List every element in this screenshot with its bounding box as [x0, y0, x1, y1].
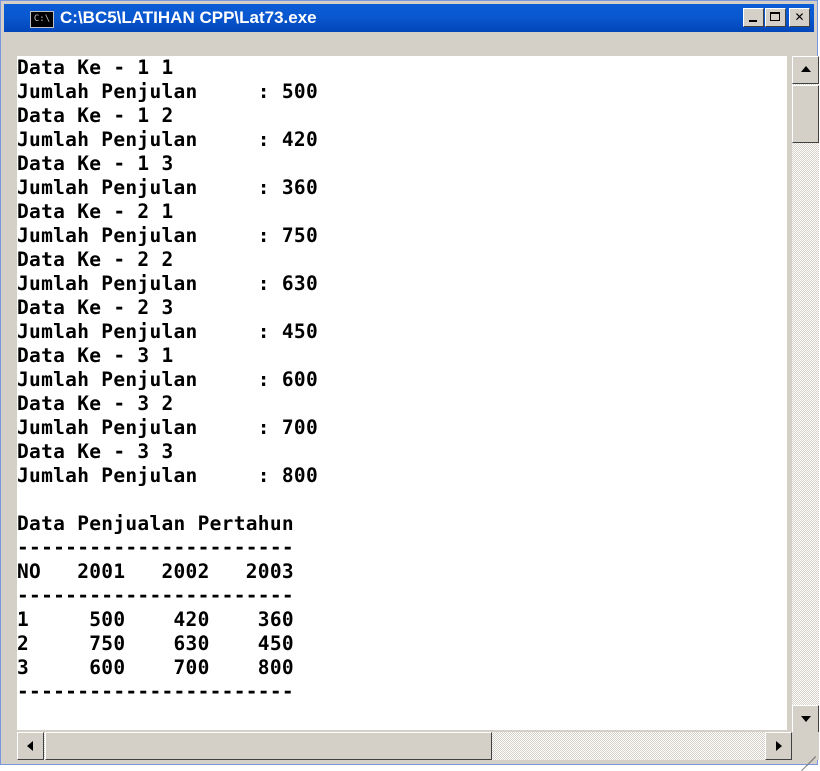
- console-line: 3 600 700 800: [17, 656, 294, 679]
- console-line: Data Penjualan Pertahun: [17, 512, 294, 535]
- arrow-down-icon: [801, 716, 811, 722]
- minimize-button[interactable]: [743, 8, 764, 27]
- console-line: Jumlah Penjulan : 700: [17, 416, 318, 439]
- console-line: -----------------------: [17, 584, 294, 607]
- console-line: Data Ke - 3 3: [17, 440, 174, 463]
- console-line: Data Ke - 3 2: [17, 392, 174, 415]
- console-line: Data Ke - 1 3: [17, 152, 174, 175]
- console-line: Jumlah Penjulan : 600: [17, 368, 318, 391]
- console-line: Jumlah Penjulan : 500: [17, 80, 318, 103]
- horizontal-scrollbar[interactable]: [17, 732, 792, 760]
- window-title: C:\BC5\LATIHAN CPP\Lat73.exe: [60, 8, 317, 27]
- scroll-left-button[interactable]: [17, 732, 44, 760]
- console-line: Data Ke - 2 1: [17, 200, 174, 223]
- maximize-icon: [770, 12, 780, 21]
- console-line: Jumlah Penjulan : 450: [17, 320, 318, 343]
- console-line: Data Ke - 2 3: [17, 296, 174, 319]
- console-text: Data Ke - 1 1 Jumlah Penjulan : 500 Data…: [17, 56, 787, 704]
- console-line: Jumlah Penjulan : 800: [17, 464, 318, 487]
- close-button[interactable]: ✕: [789, 8, 810, 27]
- close-icon: ✕: [794, 10, 805, 24]
- console-window: C:\ C:\BC5\LATIHAN CPP\Lat73.exe ✕ Data …: [0, 0, 819, 771]
- vertical-scrollbar[interactable]: [792, 56, 819, 733]
- title-bar[interactable]: C:\ C:\BC5\LATIHAN CPP\Lat73.exe ✕: [4, 4, 814, 32]
- minimize-icon: [749, 20, 757, 22]
- console-line: Data Ke - 1 2: [17, 104, 174, 127]
- console-line: 2 750 630 450: [17, 632, 294, 655]
- console-line: Jumlah Penjulan : 630: [17, 272, 318, 295]
- arrow-up-icon: [801, 66, 811, 72]
- console-line: NO 2001 2002 2003: [17, 560, 294, 583]
- horizontal-scroll-thumb[interactable]: [45, 732, 492, 760]
- arrow-right-icon: [776, 741, 782, 751]
- maximize-button[interactable]: [765, 8, 786, 27]
- console-line: Jumlah Penjulan : 420: [17, 128, 318, 151]
- console-line: -----------------------: [17, 536, 294, 559]
- scroll-right-button[interactable]: [765, 732, 792, 760]
- arrow-left-icon: [27, 741, 33, 751]
- vertical-scroll-thumb[interactable]: [792, 85, 819, 143]
- console-line: Data Ke - 2 2: [17, 248, 174, 271]
- console-line: Data Ke - 3 1: [17, 344, 174, 367]
- console-line: Data Ke - 1 1: [17, 56, 174, 79]
- console-output[interactable]: Data Ke - 1 1 Jumlah Penjulan : 500 Data…: [17, 56, 787, 730]
- scroll-down-button[interactable]: [792, 705, 819, 733]
- console-line: -----------------------: [17, 680, 294, 703]
- console-line: 1 500 420 360: [17, 608, 294, 631]
- console-icon[interactable]: C:\: [30, 11, 54, 28]
- console-line: Jumlah Penjulan : 750: [17, 224, 318, 247]
- scroll-up-button[interactable]: [792, 56, 819, 84]
- resize-grip-icon[interactable]: [792, 732, 819, 771]
- console-line: Jumlah Penjulan : 360: [17, 176, 318, 199]
